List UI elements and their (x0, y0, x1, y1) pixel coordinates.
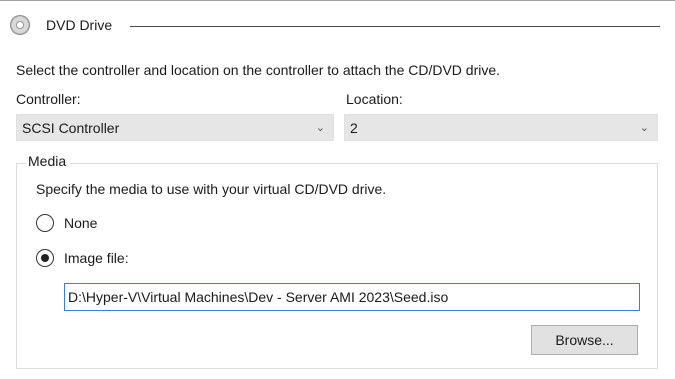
section-header: DVD Drive (10, 13, 112, 37)
controller-value: SCSI Controller (22, 119, 120, 136)
image-file-path-value: D:\Hyper-V\Virtual Machines\Dev - Server… (68, 289, 449, 305)
none-radio-label[interactable]: None (64, 215, 97, 231)
disc-icon (10, 15, 30, 35)
media-description: Specify the media to use with your virtu… (36, 181, 387, 197)
location-value: 2 (350, 119, 358, 136)
section-title: DVD Drive (46, 17, 113, 33)
browse-button[interactable]: Browse... (531, 325, 638, 355)
none-radio[interactable] (36, 214, 54, 232)
chevron-down-icon: ⌄ (315, 122, 325, 134)
image-file-path-input[interactable]: D:\Hyper-V\Virtual Machines\Dev - Server… (64, 283, 640, 311)
dvd-drive-settings-panel: DVD Drive Select the controller and loca… (0, 0, 675, 379)
location-select[interactable]: 2 ⌄ (344, 114, 658, 141)
header-divider (130, 26, 660, 27)
image-file-radio-label[interactable]: Image file: (64, 250, 129, 266)
instructions-text: Select the controller and location on th… (16, 62, 501, 78)
chevron-down-icon: ⌄ (639, 122, 649, 134)
image-file-radio[interactable] (36, 249, 54, 267)
controller-select[interactable]: SCSI Controller ⌄ (16, 114, 334, 141)
media-legend: Media (26, 153, 71, 169)
controller-label: Controller: (16, 91, 81, 107)
location-label: Location: (346, 91, 403, 107)
